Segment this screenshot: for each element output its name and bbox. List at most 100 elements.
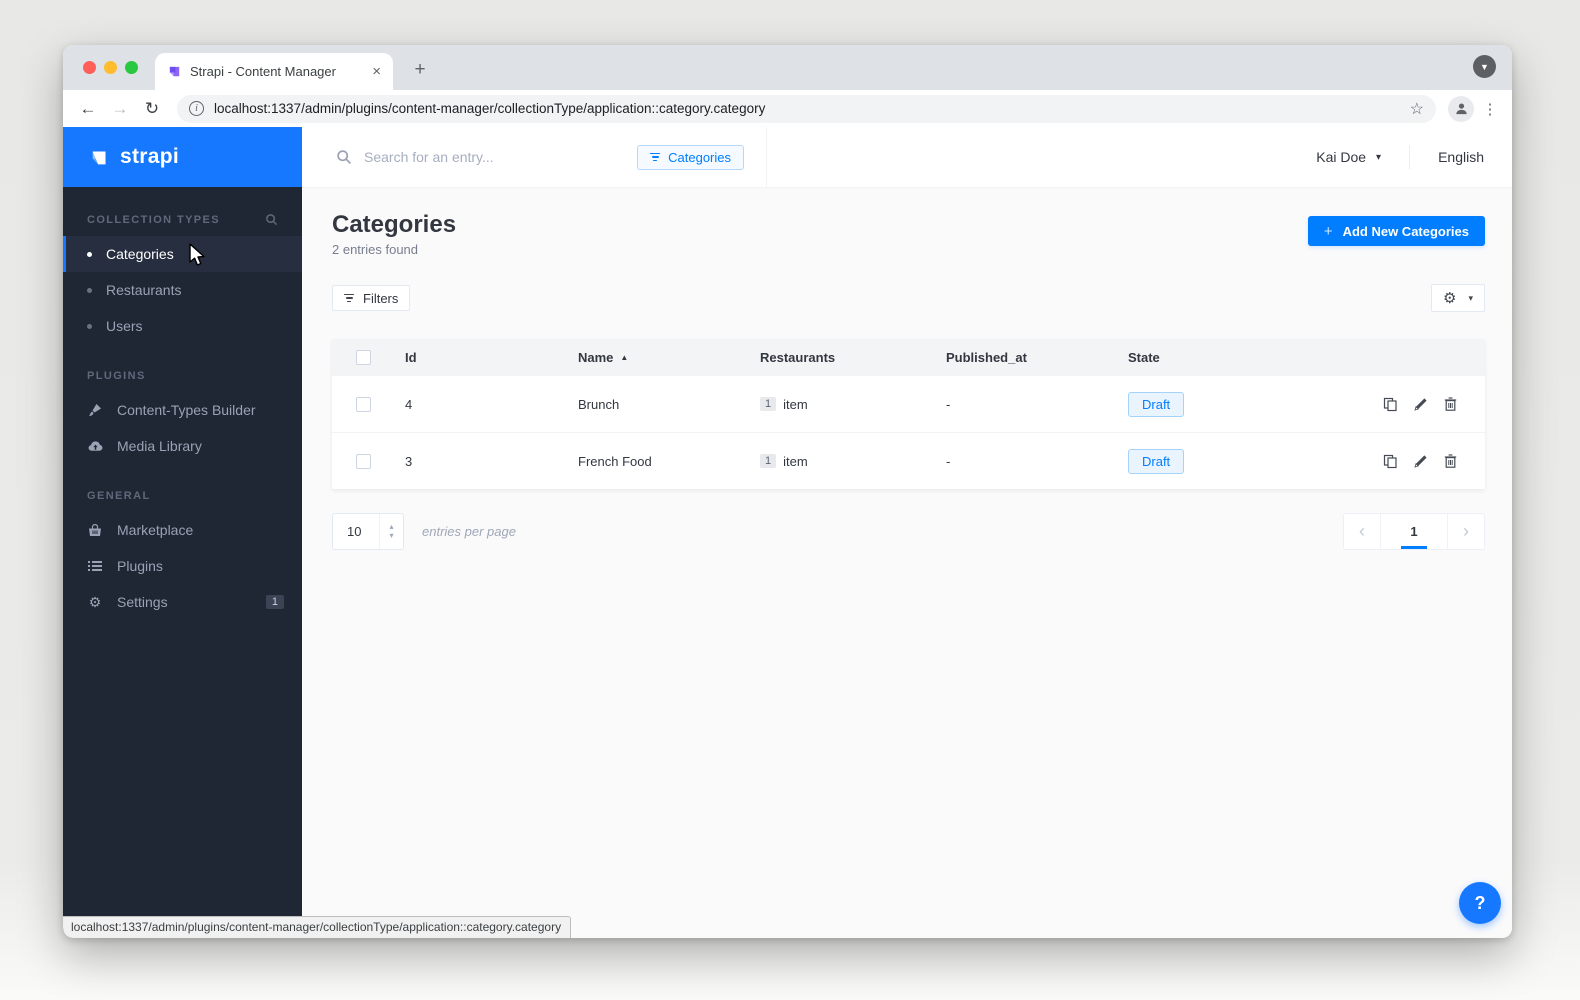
bullet-icon	[87, 287, 92, 293]
stepper-icon[interactable]: ▴ ▾	[379, 514, 403, 549]
search-icon[interactable]	[265, 213, 278, 226]
cell-name: French Food	[578, 453, 652, 469]
link-preview-status-bar: localhost:1337/admin/plugins/content-man…	[63, 916, 572, 938]
filters-button[interactable]: Filters	[332, 285, 411, 311]
cell-id: 4	[405, 396, 413, 412]
browser-profile-button[interactable]	[1448, 95, 1474, 122]
chip-label: Categories	[668, 149, 731, 165]
draft-badge: Draft	[1128, 448, 1185, 474]
count-badge: 1	[760, 454, 777, 468]
entries-per-page-label: entries per page	[422, 524, 516, 539]
column-header-name[interactable]: Name ▲	[578, 350, 760, 365]
sidebar-item-label: Categories	[106, 246, 174, 262]
previous-page-button[interactable]: ‹	[1344, 514, 1380, 549]
column-header-published-at[interactable]: Published_at	[946, 350, 1128, 365]
page-title: Categories	[332, 211, 457, 238]
back-icon[interactable]: ←	[75, 99, 101, 119]
sidebar-item-users[interactable]: Users	[63, 308, 302, 344]
cell-id: 3	[405, 453, 413, 469]
current-page[interactable]: 1	[1380, 514, 1448, 549]
bookmark-star-icon[interactable]: ☆	[1410, 99, 1424, 119]
new-tab-button[interactable]: +	[407, 57, 433, 83]
shopping-basket-icon	[87, 523, 103, 537]
sidebar-item-label: Plugins	[117, 558, 163, 574]
zoom-window-button[interactable]	[125, 61, 138, 74]
sidebar-item-settings[interactable]: ⚙ Settings 1	[63, 584, 302, 620]
forward-icon[interactable]: →	[107, 99, 133, 119]
chevron-down-icon: ▾	[1468, 292, 1473, 303]
column-header-state[interactable]: State	[1128, 350, 1320, 365]
app-header: Categories Kai Doe ▾ English	[302, 127, 1512, 187]
paint-brush-icon	[87, 403, 103, 417]
help-button[interactable]: ?	[1459, 882, 1501, 924]
sidebar-item-label: Settings	[117, 594, 168, 610]
table-row[interactable]: 3 French Food 1 item - Draft	[332, 432, 1485, 489]
search-icon	[337, 150, 352, 165]
browser-window: Strapi - Content Manager × + ▼ ← → ↻ i l…	[63, 45, 1512, 938]
url-text[interactable]: localhost:1337/admin/plugins/content-man…	[214, 101, 1400, 116]
content-area: Categories 2 entries found + Add New Cat…	[302, 187, 1512, 938]
add-button-label: Add New Categories	[1342, 223, 1469, 239]
duplicate-icon[interactable]	[1383, 397, 1398, 412]
address-bar[interactable]: i localhost:1337/admin/plugins/content-m…	[177, 94, 1436, 123]
cloud-upload-icon	[87, 440, 103, 452]
entry-search: Categories	[302, 127, 767, 187]
reload-icon[interactable]: ↻	[139, 99, 165, 119]
close-window-button[interactable]	[83, 61, 96, 74]
section-title: GENERAL	[87, 490, 151, 502]
pagination-row: 10 ▴ ▾ entries per page ‹ 1 ›	[332, 513, 1485, 550]
filters-label: Filters	[363, 290, 399, 306]
row-checkbox[interactable]	[356, 453, 371, 469]
plus-icon: +	[1323, 222, 1333, 240]
sidebar-item-restaurants[interactable]: Restaurants	[63, 272, 302, 308]
tab-search-button[interactable]: ▼	[1473, 55, 1496, 78]
delete-trash-icon[interactable]	[1444, 397, 1457, 411]
table-row[interactable]: 4 Brunch 1 item - Draft	[332, 375, 1485, 432]
entries-per-page-select[interactable]: 10 ▴ ▾	[332, 513, 404, 550]
site-info-icon[interactable]: i	[189, 101, 204, 116]
row-checkbox[interactable]	[356, 396, 371, 412]
chevron-down-icon: ▼	[1480, 61, 1489, 72]
sidebar-item-marketplace[interactable]: Marketplace	[63, 512, 302, 548]
select-all-checkbox[interactable]	[356, 349, 371, 365]
edit-pencil-icon[interactable]	[1414, 397, 1428, 411]
duplicate-icon[interactable]	[1383, 454, 1398, 469]
strapi-favicon-icon	[169, 66, 180, 77]
sidebar-item-label: Content-Types Builder	[117, 402, 256, 418]
user-menu[interactable]: Kai Doe ▾	[1316, 149, 1381, 165]
entries-per-page-value: 10	[347, 524, 362, 539]
cell-restaurants: 1 item	[760, 454, 946, 469]
sidebar: strapi COLLECTION TYPES Categories Resta	[63, 127, 302, 938]
section-title: COLLECTION TYPES	[87, 213, 221, 226]
sidebar-item-label: Media Library	[117, 438, 202, 454]
add-new-categories-button[interactable]: + Add New Categories	[1307, 216, 1485, 246]
search-input[interactable]	[364, 149, 626, 165]
delete-trash-icon[interactable]	[1444, 454, 1457, 468]
minimize-window-button[interactable]	[104, 61, 117, 74]
search-scope-chip[interactable]: Categories	[637, 144, 744, 170]
language-selector[interactable]: English	[1438, 149, 1484, 165]
strapi-logo[interactable]: strapi	[63, 127, 302, 187]
table-settings-button[interactable]: ⚙ ▾	[1431, 284, 1485, 312]
sidebar-item-plugins[interactable]: Plugins	[63, 548, 302, 584]
sidebar-item-media-library[interactable]: Media Library	[63, 428, 302, 464]
gear-icon: ⚙	[1443, 289, 1457, 307]
sidebar-item-label: Marketplace	[117, 522, 194, 538]
sidebar-item-categories[interactable]: Categories	[63, 236, 302, 272]
settings-count-badge: 1	[265, 595, 284, 609]
sidebar-item-label: Restaurants	[106, 282, 182, 298]
pager: ‹ 1 ›	[1343, 513, 1485, 550]
count-badge: 1	[760, 397, 777, 411]
column-header-restaurants[interactable]: Restaurants	[760, 350, 946, 365]
column-header-id[interactable]: Id	[395, 350, 578, 365]
edit-pencil-icon[interactable]	[1414, 454, 1428, 468]
sidebar-item-content-types-builder[interactable]: Content-Types Builder	[63, 392, 302, 428]
bullet-icon	[87, 323, 92, 329]
next-page-button[interactable]: ›	[1448, 514, 1484, 549]
browser-menu-icon[interactable]: ⋮	[1480, 100, 1500, 118]
browser-toolbar: ← → ↻ i localhost:1337/admin/plugins/con…	[63, 90, 1512, 127]
close-tab-icon[interactable]: ×	[372, 64, 381, 79]
sidebar-section-collection-types: COLLECTION TYPES Categories Restaurants	[63, 187, 302, 344]
browser-tab[interactable]: Strapi - Content Manager ×	[155, 53, 393, 90]
header-right: Kai Doe ▾ English	[1316, 145, 1512, 169]
